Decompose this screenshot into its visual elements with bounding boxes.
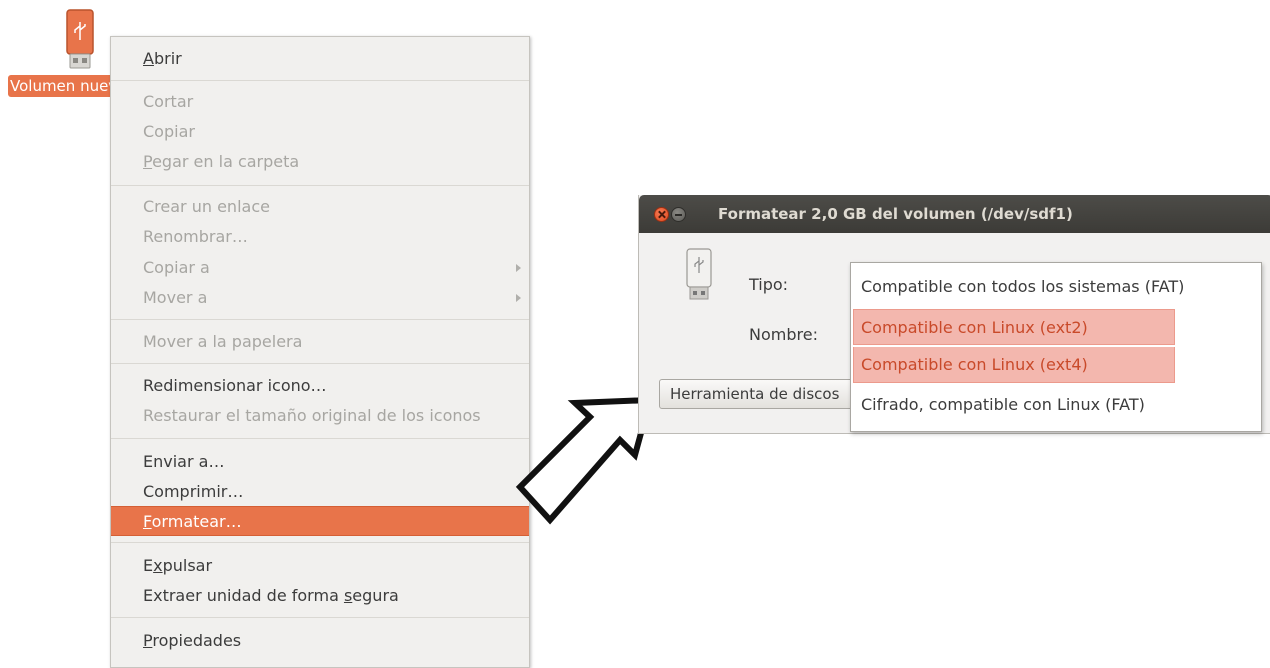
- menu-item-extraer-unidad[interactable]: Extraer unidad de forma segura: [111, 581, 529, 611]
- menu-item-enviar-a[interactable]: Enviar a…: [111, 447, 529, 477]
- name-label: Nombre:: [749, 325, 818, 344]
- menu-item-crear-enlace[interactable]: Crear un enlace: [111, 192, 529, 222]
- menu-separator: [111, 542, 529, 543]
- menu-item-abrir[interactable]: Abrir: [111, 44, 529, 74]
- menu-item-cortar[interactable]: Cortar: [111, 87, 529, 117]
- dialog-titlebar: Formatear 2,0 GB del volumen (/dev/sdf1): [639, 195, 1270, 233]
- menu-item-propiedades[interactable]: Propiedades: [111, 626, 529, 656]
- close-icon[interactable]: [654, 207, 669, 222]
- menu-item-copiar-a[interactable]: Copiar a: [111, 253, 529, 283]
- usb-drive-icon: [683, 247, 715, 305]
- dialog-title: Formatear 2,0 GB del volumen (/dev/sdf1): [718, 205, 1073, 223]
- context-menu: Abrir Cortar Copiar Pegar en la carpeta …: [110, 36, 530, 668]
- type-option-ext2[interactable]: Compatible con Linux (ext2): [853, 309, 1175, 345]
- menu-separator: [111, 185, 529, 186]
- disk-tool-button-label: Herramienta de discos: [670, 385, 840, 403]
- desktop-icon-label[interactable]: Volumen nuevo: [8, 75, 114, 97]
- menu-item-mover-a[interactable]: Mover a: [111, 283, 529, 313]
- minimize-icon[interactable]: [671, 207, 686, 222]
- type-option-encrypted[interactable]: Cifrado, compatible con Linux (FAT): [851, 387, 1261, 423]
- menu-item-expulsar[interactable]: Expulsar: [111, 551, 529, 581]
- menu-item-copiar[interactable]: Copiar: [111, 117, 529, 147]
- type-option-fat[interactable]: Compatible con todos los sistemas (FAT): [851, 269, 1261, 305]
- submenu-arrow-icon: [516, 294, 521, 302]
- menu-item-pegar[interactable]: Pegar en la carpeta: [111, 147, 529, 177]
- menu-item-redimensionar-icono[interactable]: Redimensionar icono…: [111, 371, 529, 401]
- menu-item-comprimir[interactable]: Comprimir…: [111, 477, 529, 507]
- menu-item-renombrar[interactable]: Renombrar…: [111, 222, 529, 252]
- menu-separator: [111, 438, 529, 439]
- menu-item-restaurar-tamano[interactable]: Restaurar el tamaño original de los icon…: [111, 401, 529, 431]
- menu-separator: [111, 80, 529, 81]
- type-dropdown-list[interactable]: Compatible con todos los sistemas (FAT) …: [850, 262, 1262, 432]
- menu-separator: [111, 319, 529, 320]
- type-option-ext4[interactable]: Compatible con Linux (ext4): [853, 347, 1175, 383]
- usb-drive-icon[interactable]: [60, 8, 100, 72]
- type-label: Tipo:: [749, 275, 789, 294]
- menu-separator: [111, 363, 529, 364]
- menu-item-mover-papelera[interactable]: Mover a la papelera: [111, 327, 529, 357]
- menu-item-formatear[interactable]: Formatear…: [111, 506, 529, 536]
- menu-separator: [111, 617, 529, 618]
- submenu-arrow-icon: [516, 264, 521, 272]
